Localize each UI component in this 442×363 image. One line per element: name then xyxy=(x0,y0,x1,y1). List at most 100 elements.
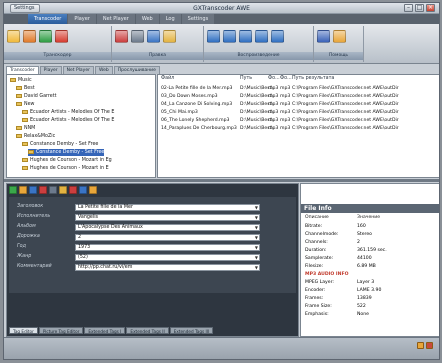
tag-editor-tab-3[interactable]: Extended Tags II xyxy=(126,327,169,334)
column-header[interactable]: Файл xyxy=(161,76,174,81)
column-header[interactable]: Фо... xyxy=(280,76,292,81)
menu-tab-5[interactable]: Settings xyxy=(181,14,215,24)
tag-tool-icon[interactable] xyxy=(89,186,97,194)
status-icons xyxy=(417,342,433,349)
folder-icon xyxy=(16,125,22,130)
file-cell[interactable]: 04_La Canzone Di Solving.mp3 xyxy=(161,102,232,107)
file-cell: mp3 xyxy=(280,102,291,107)
file-info-value: 160 xyxy=(357,224,366,229)
chevron-down-icon[interactable]: ▼ xyxy=(255,235,258,241)
tag-field-value: http://pp.chat.ru/vi/em xyxy=(78,265,133,270)
tag-tool-icon[interactable] xyxy=(79,186,87,194)
tag-field-value: (52) xyxy=(78,255,88,260)
ribbon-tool-icon[interactable] xyxy=(131,30,144,43)
tag-field-input[interactable]: 1973 ▼ xyxy=(75,244,260,251)
ribbon-group-1: Правка xyxy=(112,26,204,62)
ribbon-tool-icon[interactable] xyxy=(333,30,346,43)
ribbon-tool-icon[interactable] xyxy=(115,30,128,43)
chevron-down-icon[interactable]: ▼ xyxy=(255,205,258,211)
tag-field-input[interactable]: La Petite fille de la Mer ▼ xyxy=(75,204,260,211)
tree-item[interactable]: Constance Demby - Set Free xyxy=(28,149,105,156)
chevron-down-icon[interactable]: ▼ xyxy=(255,265,258,271)
tag-field-input[interactable]: L'Apocalypse Des Animaux ▼ xyxy=(75,224,260,231)
menu-tabs: Transcoder Player Net Player Web Log Settings xyxy=(28,14,215,24)
column-header[interactable]: Фо... xyxy=(268,76,280,81)
tree-item[interactable]: Ecuador Artists - Melodies Of The E xyxy=(22,109,114,116)
menu-tab-0[interactable]: Transcoder xyxy=(28,14,68,24)
file-info-value: LAME 3.90 xyxy=(357,288,382,293)
tag-tool-icon[interactable] xyxy=(9,186,17,194)
ribbon-tool-icon[interactable] xyxy=(23,30,36,43)
maximize-button[interactable]: □ xyxy=(415,4,424,12)
chevron-down-icon[interactable]: ▼ xyxy=(255,215,258,221)
tree-item[interactable]: Hughes de Courson - Mozart in E xyxy=(22,165,109,172)
main-tab-3[interactable]: Web xyxy=(94,66,113,74)
menu-tab-2[interactable]: Net Player xyxy=(96,14,135,24)
menu-tab-1[interactable]: Player xyxy=(68,14,96,24)
main-tab-1[interactable]: Player xyxy=(39,66,62,74)
chevron-down-icon[interactable]: ▼ xyxy=(255,255,258,261)
tree-item[interactable]: Constance Demby - Set Free xyxy=(22,141,98,148)
tag-tool-icon[interactable] xyxy=(59,186,67,194)
ribbon-group-label: Помощь xyxy=(314,52,363,60)
file-cell: mp3 xyxy=(268,94,279,99)
file-info-value: 2 xyxy=(357,240,360,245)
splitter[interactable] xyxy=(4,179,439,182)
tree-item[interactable]: NNM xyxy=(16,125,35,132)
chevron-down-icon[interactable]: ▼ xyxy=(255,225,258,231)
file-cell[interactable]: 03_Do Down Moses.mp3 xyxy=(161,94,218,99)
tag-editor-tab-1[interactable]: Picture Tag Editor xyxy=(38,327,84,334)
file-cell: mp3 xyxy=(268,118,279,123)
tag-field-input[interactable]: http://pp.chat.ru/vi/em ▼ xyxy=(75,264,260,271)
ribbon-tool-icon[interactable] xyxy=(317,30,330,43)
ribbon-tool-icon[interactable] xyxy=(223,30,236,43)
tree-item[interactable]: Relax&MoZic xyxy=(16,133,55,140)
ribbon-tool-icon[interactable] xyxy=(271,30,284,43)
tag-tool-icon[interactable] xyxy=(69,186,77,194)
tree-item[interactable]: Best xyxy=(16,85,35,92)
tag-field-input[interactable]: 2 ▼ xyxy=(75,234,260,241)
main-tab-0[interactable]: Transcoder xyxy=(6,66,39,74)
tag-tool-icon[interactable] xyxy=(29,186,37,194)
tree-item[interactable]: Ecuador Artists - Melodies Of The E xyxy=(22,117,114,124)
chevron-down-icon[interactable]: ▼ xyxy=(255,245,258,251)
ribbon-tool-icon[interactable] xyxy=(147,30,160,43)
file-cell[interactable]: 02-La Petite fille de la Mer.mp3 xyxy=(161,86,232,91)
ribbon-tool-icon[interactable] xyxy=(39,30,52,43)
ribbon-group-label: Правка xyxy=(112,52,203,60)
ribbon-tool-icon[interactable] xyxy=(207,30,220,43)
tag-editor-tab-2[interactable]: Extended Tags I xyxy=(84,327,126,334)
close-button[interactable]: × xyxy=(426,4,435,12)
menu-tab-3[interactable]: Web xyxy=(135,14,159,24)
status-icon[interactable] xyxy=(426,342,433,349)
ribbon-tool-icon[interactable] xyxy=(55,30,68,43)
column-header[interactable]: Путь результата xyxy=(292,76,334,81)
tag-editor-tab-0[interactable]: Tag Editor xyxy=(9,327,38,334)
file-cell[interactable]: 14_Paraplues De Cherbourg.mp3 xyxy=(161,126,237,131)
file-info-key: Channels: xyxy=(305,240,328,245)
tag-editor-tab-4[interactable]: Extended Tags III xyxy=(169,327,214,334)
tree-item[interactable]: Music xyxy=(10,77,32,84)
status-icon[interactable] xyxy=(417,342,424,349)
ribbon-tool-icon[interactable] xyxy=(239,30,252,43)
ribbon-tool-icon[interactable] xyxy=(255,30,268,43)
tag-field-input[interactable]: (52) ▼ xyxy=(75,254,260,261)
main-tab-4[interactable]: Прослушивание xyxy=(113,66,160,74)
ribbon-tool-icon[interactable] xyxy=(7,30,20,43)
tree-item-label: NNM xyxy=(24,126,36,131)
main-tab-2[interactable]: Net Player xyxy=(62,66,94,74)
folder-icon xyxy=(16,85,22,90)
menu-tab-4[interactable]: Log xyxy=(159,14,181,24)
file-cell[interactable]: 06_The Lonely Shepherd.mp3 xyxy=(161,118,229,123)
tag-tool-icon[interactable] xyxy=(39,186,47,194)
file-cell[interactable]: 05_Chi Mai.mp3 xyxy=(161,110,198,115)
tree-item[interactable]: New xyxy=(16,101,34,108)
minimize-button[interactable]: – xyxy=(404,4,413,12)
tag-field-input[interactable]: Vangelis ▼ xyxy=(75,214,260,221)
tag-tool-icon[interactable] xyxy=(19,186,27,194)
column-header[interactable]: Путь xyxy=(240,76,252,81)
tree-item[interactable]: Hughes de Courson - Mozart in Eg xyxy=(22,157,112,164)
tree-item[interactable]: David Garrett xyxy=(16,93,57,100)
tag-tool-icon[interactable] xyxy=(49,186,57,194)
ribbon-tool-icon[interactable] xyxy=(163,30,176,43)
